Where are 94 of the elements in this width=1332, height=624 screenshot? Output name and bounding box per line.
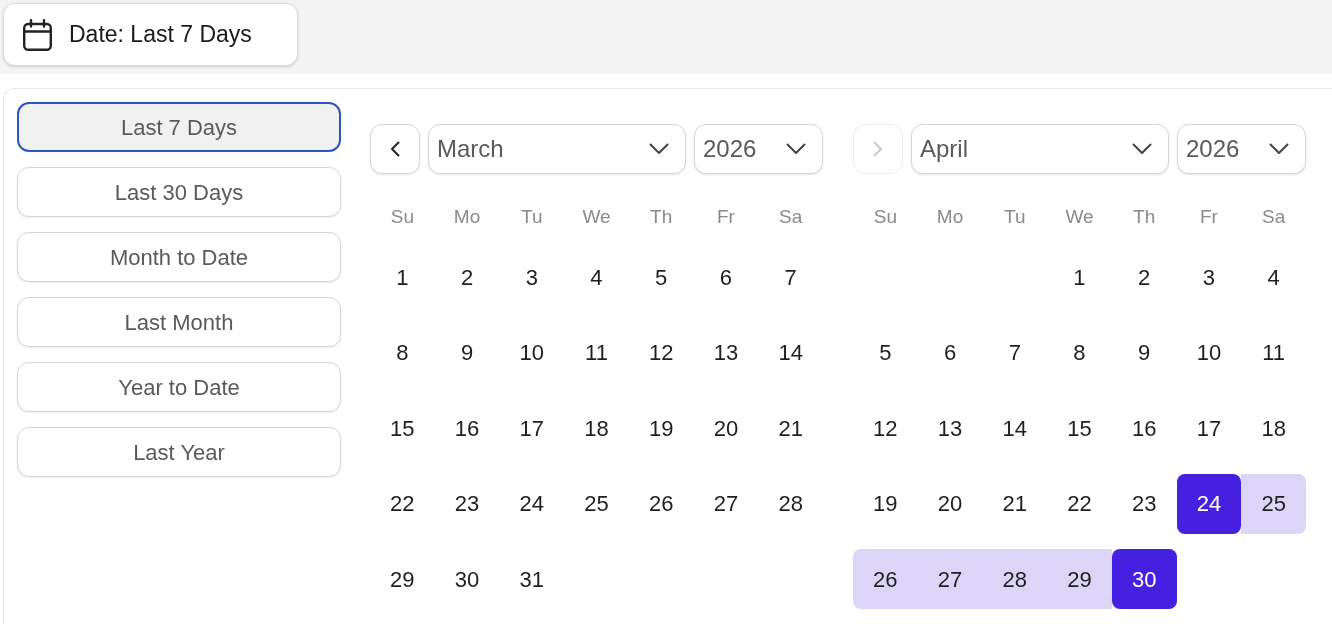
year-select[interactable]: 2026 — [1177, 124, 1306, 174]
day-button[interactable]: 20 — [693, 398, 759, 458]
day-button[interactable]: 30 — [434, 549, 500, 609]
day-button[interactable]: 19 — [628, 398, 694, 458]
day-button[interactable]: 23 — [434, 473, 500, 534]
day-button[interactable]: 2 — [434, 247, 500, 307]
weekday-label: Sa — [1262, 204, 1286, 229]
date-filter-button[interactable]: Date: Last 7 Days — [3, 3, 298, 66]
chevron-down-icon — [1269, 143, 1289, 155]
day-button[interactable]: 10 — [499, 322, 565, 383]
day-button[interactable]: 18 — [564, 398, 629, 458]
weekday-label: Mo — [936, 204, 964, 229]
day-button[interactable]: 21 — [982, 473, 1048, 534]
day-button[interactable]: 30 — [1111, 549, 1177, 609]
weekday-label: Su — [390, 204, 414, 229]
day-button[interactable]: 17 — [1176, 398, 1242, 458]
weekday-label: Tu — [521, 204, 543, 229]
day-button[interactable]: 5 — [628, 247, 694, 307]
month-select[interactable]: April — [911, 124, 1169, 174]
day-button[interactable]: 5 — [853, 322, 918, 383]
day-button[interactable]: 31 — [499, 549, 565, 609]
day-button[interactable]: 18 — [1241, 398, 1306, 458]
weekday-label: We — [582, 204, 611, 229]
chevron-down-icon — [786, 143, 806, 155]
day-button[interactable]: 29 — [1047, 549, 1112, 609]
day-button[interactable]: 3 — [499, 247, 565, 307]
day-button[interactable]: 26 — [628, 473, 694, 534]
preset-button[interactable]: Last 7 Days — [17, 102, 341, 152]
preset-button[interactable]: Last 30 Days — [17, 167, 341, 217]
day-button[interactable]: 6 — [917, 322, 983, 383]
day-button[interactable]: 13 — [693, 322, 759, 383]
day-button[interactable]: 6 — [693, 247, 759, 307]
day-button[interactable]: 9 — [1111, 322, 1177, 383]
preset-button[interactable]: Month to Date — [17, 232, 341, 282]
day-button[interactable]: 22 — [370, 473, 435, 534]
day-button[interactable]: 7 — [758, 247, 823, 307]
day-button[interactable]: 15 — [370, 398, 435, 458]
weekday-label: Su — [873, 204, 897, 229]
weekday-label: Sa — [779, 204, 803, 229]
year-select[interactable]: 2026 — [694, 124, 823, 174]
day-button[interactable]: 1 — [370, 247, 435, 307]
day-button[interactable]: 28 — [982, 549, 1048, 609]
weekday-label: Th — [1133, 204, 1156, 229]
weekday-label: Th — [650, 204, 673, 229]
day-button[interactable]: 23 — [1111, 473, 1177, 534]
month-select[interactable]: March — [428, 124, 686, 174]
chevron-right-icon — [873, 141, 883, 157]
day-button[interactable]: 14 — [758, 322, 823, 383]
day-button[interactable]: 3 — [1176, 247, 1242, 307]
day-button[interactable]: 17 — [499, 398, 565, 458]
day-button[interactable]: 20 — [917, 473, 983, 534]
day-button[interactable]: 10 — [1176, 322, 1242, 383]
day-button[interactable]: 16 — [1111, 398, 1177, 458]
day-button[interactable]: 21 — [758, 398, 823, 458]
weekday-label: Fr — [716, 204, 735, 229]
day-button[interactable]: 28 — [758, 473, 823, 534]
day-button[interactable]: 27 — [917, 549, 983, 609]
weekday-label: Fr — [1199, 204, 1218, 229]
day-button[interactable]: 4 — [1241, 247, 1306, 307]
day-button[interactable]: 27 — [693, 473, 759, 534]
day-button[interactable]: 4 — [564, 247, 629, 307]
day-button[interactable]: 8 — [1047, 322, 1112, 383]
weekday-label: Tu — [1004, 204, 1026, 229]
preset-button[interactable]: Last Year — [17, 427, 341, 477]
day-button[interactable]: 12 — [853, 398, 918, 458]
day-button[interactable]: 26 — [853, 549, 918, 609]
day-button[interactable]: 8 — [370, 322, 435, 383]
day-button[interactable]: 13 — [917, 398, 983, 458]
day-button[interactable]: 12 — [628, 322, 694, 383]
preset-button[interactable]: Year to Date — [17, 362, 341, 412]
day-button[interactable]: 29 — [370, 549, 435, 609]
day-button[interactable]: 2 — [1111, 247, 1177, 307]
day-button[interactable]: 9 — [434, 322, 500, 383]
chevron-left-icon — [390, 141, 400, 157]
weekday-label: We — [1065, 204, 1094, 229]
day-button[interactable]: 25 — [1241, 473, 1306, 534]
previous-month-button[interactable] — [370, 124, 420, 174]
day-button[interactable]: 24 — [1176, 473, 1242, 534]
chevron-down-icon — [1132, 143, 1152, 155]
day-button[interactable]: 16 — [434, 398, 500, 458]
day-button[interactable]: 22 — [1047, 473, 1112, 534]
chevron-down-icon — [649, 143, 669, 155]
preset-button[interactable]: Last Month — [17, 297, 341, 347]
day-button[interactable]: 1 — [1047, 247, 1112, 307]
day-button[interactable]: 25 — [564, 473, 629, 534]
day-button[interactable]: 7 — [982, 322, 1048, 383]
day-button[interactable]: 11 — [1241, 322, 1306, 383]
day-button[interactable]: 19 — [853, 473, 918, 534]
day-button[interactable]: 15 — [1047, 398, 1112, 458]
day-button[interactable]: 24 — [499, 473, 565, 534]
day-button[interactable]: 14 — [982, 398, 1048, 458]
weekday-label: Mo — [453, 204, 481, 229]
calendar-icon — [23, 18, 52, 51]
day-button[interactable]: 11 — [564, 322, 629, 383]
